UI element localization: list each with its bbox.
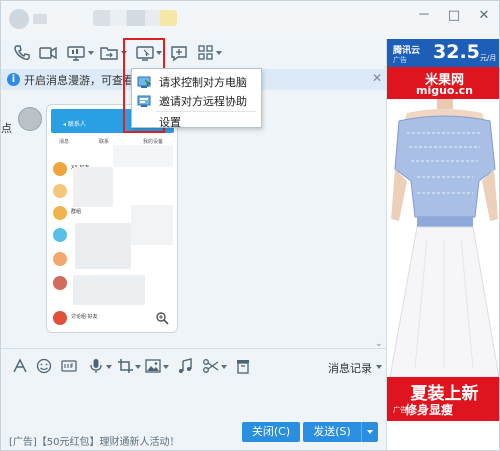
menu-item-invite-assist[interactable]: 邀请对方远程协助	[132, 90, 261, 109]
message-input-area[interactable]: [广告]【50元红包】理财通新人活动！ 关闭(C) 发送(S)	[1, 382, 386, 450]
apps-grid-caret-icon[interactable]	[216, 51, 222, 55]
remote-assist-icon	[137, 93, 152, 107]
blurred-region	[113, 145, 173, 167]
file-transfer-icon[interactable]	[99, 44, 119, 62]
phone-tab: 联系	[99, 139, 110, 145]
input-toolbar: 消息记录	[1, 348, 386, 382]
ad-price-unit: 元/月	[480, 54, 497, 62]
blurred-region	[73, 275, 145, 305]
emoji-icon[interactable]	[35, 358, 53, 374]
contact-name-blurred	[33, 14, 47, 24]
menu-item-label: 设置	[159, 116, 181, 129]
apps-grid-icon[interactable]	[196, 44, 216, 62]
blurred-region	[131, 205, 173, 245]
message-history-caret-icon[interactable]	[376, 365, 382, 369]
menu-item-label: 请求控制对方电脑	[159, 76, 247, 89]
ad-dress-image	[387, 99, 499, 378]
screen-share-caret-icon[interactable]	[88, 51, 94, 55]
phone-tab: 我的设备	[143, 139, 164, 145]
ad-tag: 广告	[393, 56, 407, 64]
phone-row-avatar	[53, 228, 67, 242]
screen-share-icon[interactable]	[66, 44, 86, 62]
phone-row-text: 讨论组·好友	[71, 314, 98, 320]
contact-status-blurred	[93, 10, 177, 26]
phone-row-avatar	[53, 252, 67, 266]
ad-brand-bar: 米果网 miguo.cn	[387, 67, 499, 99]
phone-icon[interactable]	[12, 44, 32, 62]
phone-row-avatar	[53, 276, 67, 290]
screenshot-icon[interactable]	[117, 358, 135, 374]
image-icon[interactable]	[144, 358, 162, 374]
close-window-button[interactable]: ✕	[477, 9, 491, 23]
chat-toolbar	[1, 39, 386, 69]
font-icon[interactable]	[11, 358, 29, 374]
send-button[interactable]: 发送(S)	[303, 422, 361, 442]
screenshot-caret-icon[interactable]	[135, 365, 141, 369]
blurred-region	[73, 167, 113, 207]
contact-avatar[interactable]	[9, 9, 29, 29]
phone-row-text: 群组	[71, 209, 82, 215]
scissors-caret-icon[interactable]	[221, 365, 227, 369]
phone-list-row: 讨论组·好友	[53, 310, 171, 328]
phone-tab: 消息	[59, 139, 70, 145]
side-text: 点	[1, 122, 12, 135]
message-history-button[interactable]: 消息记录	[328, 360, 372, 376]
scissors-icon[interactable]	[202, 358, 220, 374]
remote-assist-menu: 请求控制对方电脑 邀请对方远程协助 设置	[131, 68, 262, 130]
remote-control-icon	[137, 74, 152, 88]
phone-row-avatar	[53, 311, 67, 325]
advertisement-panel[interactable]: 腾讯云 广告 32.5 元/月 米果网 miguo.cn 夏装上新 广告 修身显…	[386, 39, 499, 450]
ad-price: 32.5	[433, 41, 480, 63]
voice-icon[interactable]	[87, 358, 105, 374]
bottom-ad-link[interactable]: [广告]【50元红包】理财通新人活动！	[9, 433, 180, 448]
minimize-button[interactable]: －	[417, 9, 431, 23]
send-options-button[interactable]	[361, 422, 378, 442]
notice-close-icon[interactable]: ✕	[372, 71, 382, 85]
image-caret-icon[interactable]	[163, 365, 169, 369]
ad-brand-url: miguo.cn	[415, 84, 474, 97]
voice-caret-icon[interactable]	[106, 365, 112, 369]
close-button[interactable]: 关闭(C)	[242, 422, 300, 442]
menu-item-request-control[interactable]: 请求控制对方电脑	[132, 71, 261, 90]
sender-avatar[interactable]	[18, 107, 42, 131]
maximize-button[interactable]: □	[447, 9, 461, 23]
send-options-caret-icon	[367, 430, 373, 434]
menu-item-settings[interactable]: 设置	[132, 111, 261, 130]
blurred-region	[75, 223, 131, 269]
phone-row-avatar	[53, 184, 67, 198]
phone-row-avatar	[53, 206, 67, 220]
ad-slogan-sub: 修身显瘦	[405, 403, 454, 417]
phone-row-avatar	[53, 162, 67, 176]
phone-header-text: ◂ 联系人	[63, 121, 86, 128]
menu-item-label: 邀请对方远程协助	[159, 95, 247, 108]
video-call-icon[interactable]	[38, 44, 58, 62]
zoom-icon[interactable]	[155, 310, 169, 325]
gif-icon[interactable]	[60, 358, 78, 374]
music-icon[interactable]	[176, 358, 194, 374]
info-icon: i	[7, 73, 20, 86]
trash-icon[interactable]	[234, 358, 252, 374]
title-bar: － □ ✕	[1, 1, 499, 39]
ad-top-banner[interactable]: 腾讯云 广告 32.5 元/月	[387, 39, 499, 67]
new-chat-icon[interactable]	[169, 44, 189, 62]
ad-slogan-bar: 夏装上新 广告 修身显瘦	[387, 377, 499, 421]
chat-window: － □ ✕ i 开启消息漫游，可查看在 ✕ 点 ◂ 联系人 消息 联系 我的设备…	[0, 0, 500, 451]
image-message[interactable]: ◂ 联系人 消息 联系 我的设备 XX 好友 群组	[46, 104, 178, 333]
